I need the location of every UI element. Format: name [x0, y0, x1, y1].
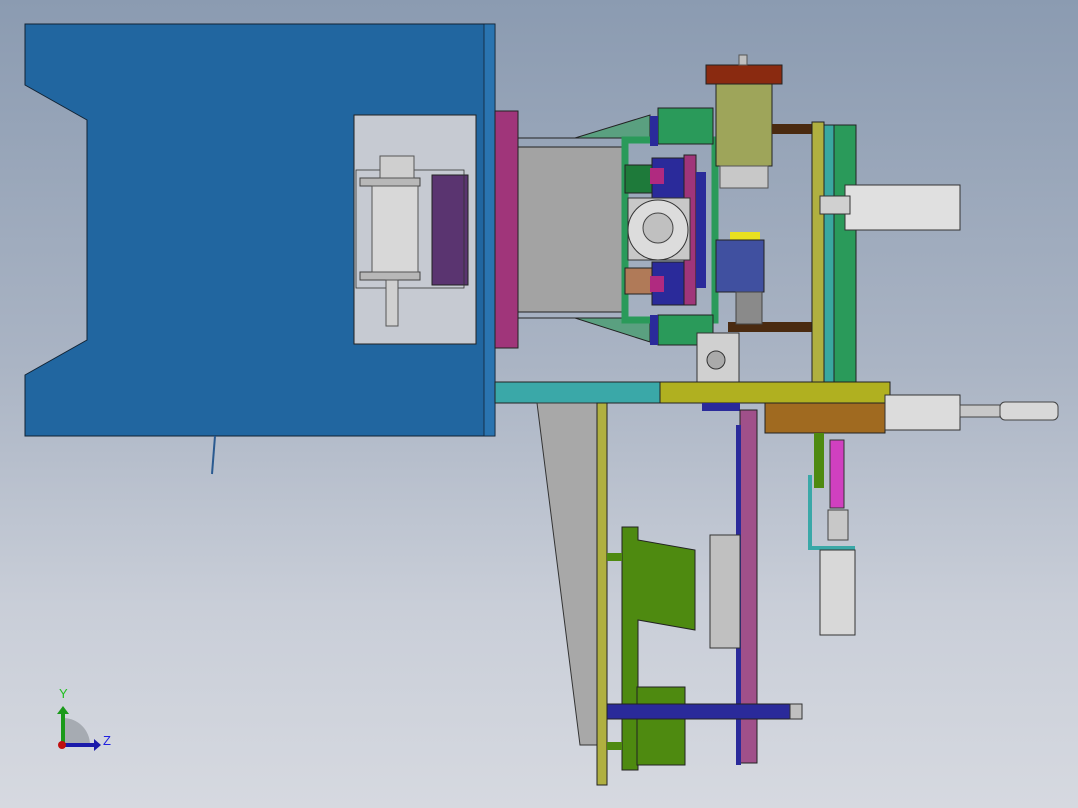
- cylinder-tip: [999, 401, 1059, 421]
- magenta-clip-bottom: [650, 276, 664, 292]
- rod-end: [789, 703, 803, 720]
- bearing-hole: [706, 350, 726, 370]
- shaft-top-cap: [379, 155, 415, 179]
- triad-z-label: Z: [103, 733, 111, 748]
- cylinder-rod: [959, 404, 1001, 418]
- gray-gusset: [536, 402, 598, 746]
- triad-arc: [63, 718, 90, 745]
- motor-base: [719, 165, 769, 189]
- green-rail: [833, 124, 857, 386]
- gear-bottom: [359, 271, 421, 281]
- magenta-clip-top: [650, 168, 664, 184]
- cad-viewport[interactable]: Y Z: [0, 0, 1078, 808]
- magenta-plate[interactable]: [494, 110, 519, 349]
- triad-y-arrow: [57, 706, 69, 714]
- rod-joint: [827, 509, 849, 541]
- green-post: [814, 433, 824, 488]
- green-pin-1: [607, 553, 622, 561]
- green-block-top: [657, 107, 714, 145]
- triad-y-label: Y: [59, 686, 68, 701]
- navy-mount: [702, 403, 740, 411]
- orientation-triad: Y Z: [57, 686, 111, 751]
- shaft-roller: [371, 185, 419, 273]
- teal-beam[interactable]: [494, 381, 661, 404]
- motor-pin: [738, 54, 748, 66]
- motor-hub: [642, 212, 674, 244]
- triad-origin: [58, 741, 66, 749]
- green-trapezoid-top: [518, 114, 651, 139]
- olive-column[interactable]: [596, 402, 608, 786]
- gray-plate: [709, 534, 741, 649]
- gear-top: [359, 177, 421, 187]
- triad-z-arrow: [94, 739, 101, 751]
- dark-green-block: [624, 164, 653, 194]
- right-cylinder-body[interactable]: [884, 394, 961, 431]
- blue-valve-block[interactable]: [715, 239, 765, 293]
- olive-motor[interactable]: [715, 83, 773, 167]
- olive-beam[interactable]: [659, 381, 891, 404]
- cylinder-end: [819, 195, 851, 215]
- tan-block: [624, 267, 653, 295]
- green-pin-2: [607, 742, 622, 750]
- valve-fins: [735, 291, 763, 325]
- motor-cap: [705, 64, 783, 85]
- slide-cylinder[interactable]: [844, 184, 961, 231]
- brown-rod-top: [772, 124, 814, 134]
- teal-rail: [823, 124, 835, 386]
- navy-rod: [606, 703, 801, 720]
- green-lower-block: [636, 686, 686, 766]
- lower-cylinder[interactable]: [819, 549, 856, 636]
- navy-strip-top: [650, 116, 658, 146]
- yellow-top: [730, 232, 760, 240]
- pink-rod: [829, 439, 845, 509]
- brown-beam-block: [764, 402, 886, 434]
- navy-bar: [696, 172, 706, 288]
- window-motor-block: [431, 174, 469, 286]
- olive-rail[interactable]: [811, 121, 825, 386]
- frame-edge-strip: [483, 23, 496, 437]
- shaft-end: [385, 279, 399, 327]
- navy-strip-bottom: [650, 315, 658, 345]
- gray-housing[interactable]: [517, 146, 626, 313]
- cable: [211, 435, 216, 475]
